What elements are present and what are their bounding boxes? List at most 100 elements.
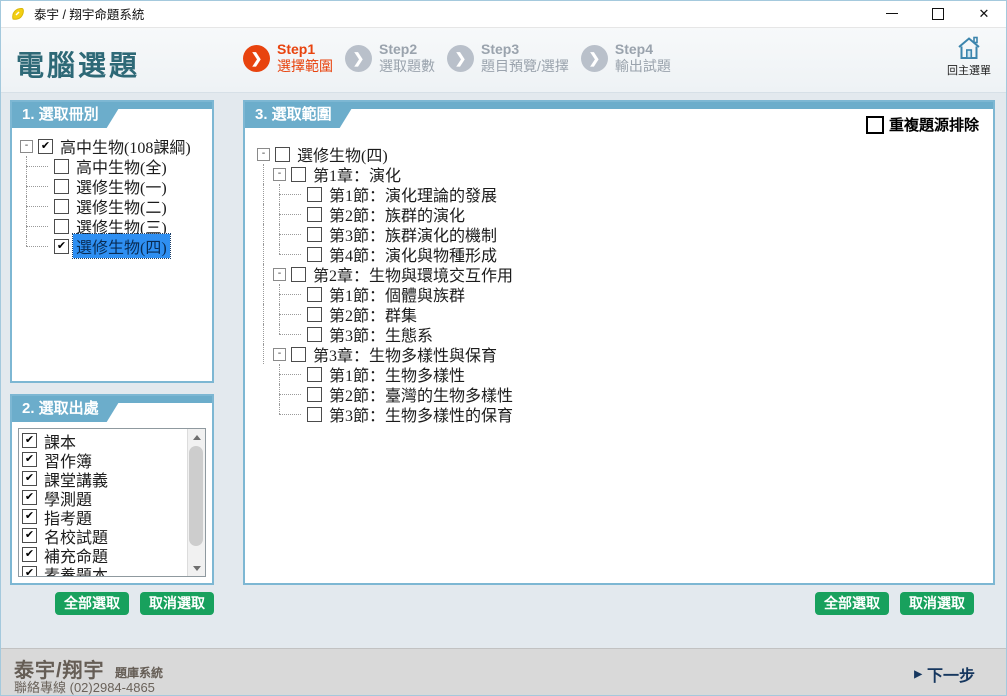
expander-toggle[interactable]: - bbox=[273, 348, 286, 361]
checkbox[interactable] bbox=[54, 179, 69, 194]
book-tree: -✔高中生物(108課綱)高中生物(全)選修生物(一)選修生物(二)選修生物(三… bbox=[20, 136, 208, 256]
tree-item-label[interactable]: 素養題本 bbox=[41, 562, 111, 578]
tree-item[interactable]: -選修生物(四) bbox=[257, 144, 989, 164]
checkbox[interactable] bbox=[307, 307, 322, 322]
close-button[interactable]: ✕ bbox=[961, 0, 1007, 27]
title-bar: 泰宇 / 翔宇命題系統 ✕ bbox=[0, 0, 1007, 28]
tree-item[interactable]: -第2章：生物與環境交互作用 bbox=[257, 264, 989, 284]
tree-item[interactable]: 第3節：族群演化的機制 bbox=[257, 224, 989, 244]
dedupe-checkbox-row[interactable]: 重複題源排除 bbox=[866, 114, 979, 135]
step-2-sublabel: 選取題數 bbox=[379, 58, 435, 75]
tree-connector bbox=[257, 164, 273, 184]
scroll-down-icon bbox=[193, 566, 201, 571]
step-3[interactable]: ❯ Step3 題目預覽/選擇 bbox=[447, 41, 569, 75]
tree-item[interactable]: 第3節：生態系 bbox=[257, 324, 989, 344]
next-label: 下一步 bbox=[927, 662, 975, 686]
checkbox[interactable]: ✔ bbox=[38, 139, 53, 154]
scrollbar-up-button[interactable] bbox=[188, 429, 205, 445]
checkbox[interactable]: ✔ bbox=[54, 239, 69, 254]
checkbox[interactable]: ✔ bbox=[22, 452, 37, 467]
tree-item-label[interactable]: 第3節：生物多樣性的保育 bbox=[326, 402, 516, 426]
checkbox[interactable] bbox=[291, 347, 306, 362]
checkbox[interactable] bbox=[291, 167, 306, 182]
tree-connector bbox=[273, 184, 307, 204]
dedupe-checkbox[interactable] bbox=[866, 116, 884, 134]
panel3-select-all-button[interactable]: 全部選取 bbox=[815, 592, 889, 615]
step-1-label: Step1 bbox=[277, 41, 333, 58]
checkbox[interactable] bbox=[307, 367, 322, 382]
checkbox[interactable] bbox=[291, 267, 306, 282]
tree-item[interactable]: 第4節：演化與物種形成 bbox=[257, 244, 989, 264]
tree-item[interactable]: -✔高中生物(108課綱) bbox=[20, 136, 208, 156]
panel3-button-row: 全部選取 取消選取 bbox=[243, 592, 974, 615]
checkbox[interactable]: ✔ bbox=[22, 528, 37, 543]
checkbox[interactable] bbox=[307, 187, 322, 202]
tree-connector bbox=[257, 264, 273, 284]
checkbox[interactable]: ✔ bbox=[22, 490, 37, 505]
step-3-label: Step3 bbox=[481, 41, 569, 58]
checkbox[interactable] bbox=[307, 327, 322, 342]
checkbox[interactable]: ✔ bbox=[22, 509, 37, 524]
tree-connector bbox=[20, 236, 54, 256]
tree-item[interactable]: ✔ 選修生物(四) bbox=[20, 236, 208, 256]
scrollbar-thumb[interactable] bbox=[189, 446, 203, 546]
minimize-button[interactable] bbox=[869, 0, 915, 27]
tree-item[interactable]: 第3節：生物多樣性的保育 bbox=[257, 404, 989, 424]
source-list: ✔課本✔習作簿✔課堂講義✔學測題✔指考題✔名校試題✔補充命題✔素養題本 bbox=[18, 428, 206, 577]
step-4[interactable]: ❯ Step4 輸出試題 bbox=[581, 41, 671, 75]
tree-connector bbox=[257, 384, 273, 404]
checkbox[interactable] bbox=[307, 227, 322, 242]
tree-item[interactable]: 第1節：演化理論的發展 bbox=[257, 184, 989, 204]
tree-item[interactable]: 選修生物(一) bbox=[20, 176, 208, 196]
tree-item[interactable]: 選修生物(二) bbox=[20, 196, 208, 216]
panel-range-select: 3. 選取範圍 重複題源排除 -選修生物(四)-第1章：演化第1節：演化理論的發… bbox=[243, 100, 995, 585]
tree-connector bbox=[257, 244, 273, 264]
panel3-deselect-button[interactable]: 取消選取 bbox=[900, 592, 974, 615]
expander-toggle[interactable]: - bbox=[257, 148, 270, 161]
checkbox[interactable] bbox=[54, 199, 69, 214]
checkbox[interactable] bbox=[275, 147, 290, 162]
tree-item[interactable]: 第1節：生物多樣性 bbox=[257, 364, 989, 384]
panel2-select-all-button[interactable]: 全部選取 bbox=[55, 592, 129, 615]
checkbox[interactable] bbox=[307, 287, 322, 302]
checkbox[interactable] bbox=[307, 387, 322, 402]
home-label: 回主選單 bbox=[941, 62, 997, 78]
step-3-sublabel: 題目預覽/選擇 bbox=[481, 58, 569, 75]
tree-item[interactable]: 高中生物(全) bbox=[20, 156, 208, 176]
checkbox[interactable] bbox=[307, 407, 322, 422]
checkbox[interactable] bbox=[54, 159, 69, 174]
checkbox[interactable]: ✔ bbox=[22, 547, 37, 562]
next-button[interactable]: ▶ 下一步 bbox=[914, 662, 975, 686]
step-2[interactable]: ❯ Step2 選取題數 bbox=[345, 41, 435, 75]
checkbox[interactable]: ✔ bbox=[22, 566, 37, 577]
checkbox[interactable] bbox=[307, 247, 322, 262]
checkbox[interactable]: ✔ bbox=[22, 471, 37, 486]
checkbox[interactable] bbox=[54, 219, 69, 234]
tree-item[interactable]: 第2節：族群的演化 bbox=[257, 204, 989, 224]
tree-connector bbox=[273, 404, 307, 424]
expander-toggle[interactable]: - bbox=[20, 140, 33, 153]
checkbox[interactable]: ✔ bbox=[22, 433, 37, 448]
tree-connector bbox=[257, 324, 273, 344]
list-item[interactable]: ✔ 素養題本 bbox=[22, 564, 185, 577]
scrollbar[interactable] bbox=[187, 429, 205, 576]
maximize-button[interactable] bbox=[915, 0, 961, 27]
expander-toggle[interactable]: - bbox=[273, 168, 286, 181]
tree-item[interactable]: 第1節：個體與族群 bbox=[257, 284, 989, 304]
tree-item-label[interactable]: 選修生物(四) bbox=[73, 234, 170, 258]
tree-item[interactable]: 第2節：群集 bbox=[257, 304, 989, 324]
tree-item[interactable]: 選修生物(三) bbox=[20, 216, 208, 236]
expander-toggle[interactable]: - bbox=[273, 268, 286, 281]
home-button[interactable]: 回主選單 bbox=[941, 35, 997, 78]
tree-item[interactable]: -第1章：演化 bbox=[257, 164, 989, 184]
tree-item[interactable]: 第2節：臺灣的生物多樣性 bbox=[257, 384, 989, 404]
tree-item[interactable]: -第3章：生物多樣性與保育 bbox=[257, 344, 989, 364]
tree-connector bbox=[273, 284, 307, 304]
checkbox[interactable] bbox=[307, 207, 322, 222]
panel2-deselect-button[interactable]: 取消選取 bbox=[140, 592, 214, 615]
scrollbar-down-button[interactable] bbox=[188, 560, 205, 576]
tree-connector bbox=[273, 304, 307, 324]
step-1[interactable]: ❯ Step1 選擇範圍 bbox=[243, 41, 333, 75]
tree-connector bbox=[273, 204, 307, 224]
header: 電腦選題 ❯ Step1 選擇範圍 ❯ Step2 選取題數 ❯ Step3 題… bbox=[0, 28, 1007, 93]
